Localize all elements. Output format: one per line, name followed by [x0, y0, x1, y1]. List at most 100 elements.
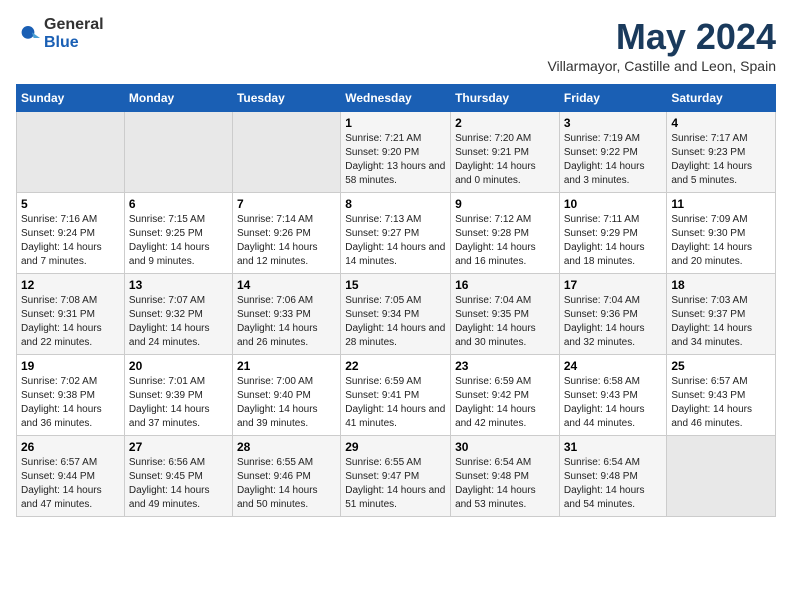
day-number: 3 [564, 116, 663, 130]
day-number: 21 [237, 359, 336, 373]
day-info: Sunrise: 7:21 AM Sunset: 9:20 PM Dayligh… [345, 132, 446, 188]
day-info: Sunrise: 7:00 AM Sunset: 9:40 PM Dayligh… [237, 375, 336, 431]
day-number: 14 [237, 278, 336, 292]
week-row-2: 5 Sunrise: 7:16 AM Sunset: 9:24 PM Daylig… [17, 193, 776, 274]
day-info: Sunrise: 7:04 AM Sunset: 9:35 PM Dayligh… [455, 294, 555, 350]
calendar-cell: 5 Sunrise: 7:16 AM Sunset: 9:24 PM Daylig… [17, 193, 125, 274]
day-number: 7 [237, 197, 336, 211]
calendar-cell: 19 Sunrise: 7:02 AM Sunset: 9:38 PM Dayli… [17, 355, 125, 436]
day-info: Sunrise: 7:09 AM Sunset: 9:30 PM Dayligh… [671, 213, 771, 269]
calendar-cell: 28 Sunrise: 6:55 AM Sunset: 9:46 PM Dayli… [232, 436, 340, 517]
calendar-cell [17, 112, 125, 193]
day-info: Sunrise: 7:07 AM Sunset: 9:32 PM Dayligh… [129, 294, 228, 350]
logo-blue-text: Blue [44, 34, 79, 51]
calendar-header-row: SundayMondayTuesdayWednesdayThursdayFrid… [17, 85, 776, 112]
day-info: Sunrise: 7:17 AM Sunset: 9:23 PM Dayligh… [671, 132, 771, 188]
calendar-cell: 21 Sunrise: 7:00 AM Sunset: 9:40 PM Dayli… [232, 355, 340, 436]
week-row-3: 12 Sunrise: 7:08 AM Sunset: 9:31 PM Dayli… [17, 274, 776, 355]
header: General Blue May 2024 Villarmayor, Casti… [16, 16, 776, 74]
day-info: Sunrise: 7:16 AM Sunset: 9:24 PM Dayligh… [21, 213, 120, 269]
day-info: Sunrise: 6:58 AM Sunset: 9:43 PM Dayligh… [564, 375, 663, 431]
calendar-cell: 4 Sunrise: 7:17 AM Sunset: 9:23 PM Daylig… [667, 112, 776, 193]
day-number: 8 [345, 197, 446, 211]
day-info: Sunrise: 6:56 AM Sunset: 9:45 PM Dayligh… [129, 456, 228, 512]
day-info: Sunrise: 7:08 AM Sunset: 9:31 PM Dayligh… [21, 294, 120, 350]
day-number: 29 [345, 440, 446, 454]
calendar-cell: 14 Sunrise: 7:06 AM Sunset: 9:33 PM Dayli… [232, 274, 340, 355]
day-number: 6 [129, 197, 228, 211]
calendar-cell: 10 Sunrise: 7:11 AM Sunset: 9:29 PM Dayli… [559, 193, 667, 274]
calendar-cell: 12 Sunrise: 7:08 AM Sunset: 9:31 PM Dayli… [17, 274, 125, 355]
day-number: 28 [237, 440, 336, 454]
day-number: 30 [455, 440, 555, 454]
calendar-cell: 7 Sunrise: 7:14 AM Sunset: 9:26 PM Daylig… [232, 193, 340, 274]
day-info: Sunrise: 6:55 AM Sunset: 9:47 PM Dayligh… [345, 456, 446, 512]
main-title: May 2024 [547, 16, 776, 58]
day-info: Sunrise: 7:03 AM Sunset: 9:37 PM Dayligh… [671, 294, 771, 350]
day-number: 20 [129, 359, 228, 373]
day-number: 5 [21, 197, 120, 211]
day-number: 9 [455, 197, 555, 211]
day-header-thursday: Thursday [451, 85, 560, 112]
subtitle: Villarmayor, Castille and Leon, Spain [547, 58, 776, 74]
day-number: 17 [564, 278, 663, 292]
day-info: Sunrise: 7:06 AM Sunset: 9:33 PM Dayligh… [237, 294, 336, 350]
day-number: 27 [129, 440, 228, 454]
day-info: Sunrise: 6:55 AM Sunset: 9:46 PM Dayligh… [237, 456, 336, 512]
day-info: Sunrise: 7:13 AM Sunset: 9:27 PM Dayligh… [345, 213, 446, 269]
title-area: May 2024 Villarmayor, Castille and Leon,… [547, 16, 776, 74]
day-info: Sunrise: 7:01 AM Sunset: 9:39 PM Dayligh… [129, 375, 228, 431]
calendar-cell: 11Sunrise: 7:09 AM Sunset: 9:30 PM Dayli… [667, 193, 776, 274]
logo-general-text: General [44, 16, 104, 33]
day-header-sunday: Sunday [17, 85, 125, 112]
day-info: Sunrise: 7:02 AM Sunset: 9:38 PM Dayligh… [21, 375, 120, 431]
calendar-cell: 13 Sunrise: 7:07 AM Sunset: 9:32 PM Dayli… [124, 274, 232, 355]
calendar-cell: 17Sunrise: 7:04 AM Sunset: 9:36 PM Dayli… [559, 274, 667, 355]
logo-icon [16, 22, 40, 46]
day-info: Sunrise: 7:12 AM Sunset: 9:28 PM Dayligh… [455, 213, 555, 269]
week-row-5: 26Sunrise: 6:57 AM Sunset: 9:44 PM Dayli… [17, 436, 776, 517]
calendar-cell: 9 Sunrise: 7:12 AM Sunset: 9:28 PM Daylig… [451, 193, 560, 274]
calendar-cell: 2Sunrise: 7:20 AM Sunset: 9:21 PM Daylig… [451, 112, 560, 193]
calendar-cell [124, 112, 232, 193]
day-number: 4 [671, 116, 771, 130]
day-number: 13 [129, 278, 228, 292]
calendar-cell: 27 Sunrise: 6:56 AM Sunset: 9:45 PM Dayli… [124, 436, 232, 517]
calendar-table: SundayMondayTuesdayWednesdayThursdayFrid… [16, 84, 776, 517]
calendar-cell: 24 Sunrise: 6:58 AM Sunset: 9:43 PM Dayli… [559, 355, 667, 436]
day-number: 1 [345, 116, 446, 130]
day-info: Sunrise: 7:15 AM Sunset: 9:25 PM Dayligh… [129, 213, 228, 269]
day-info: Sunrise: 7:11 AM Sunset: 9:29 PM Dayligh… [564, 213, 663, 269]
day-info: Sunrise: 6:54 AM Sunset: 9:48 PM Dayligh… [564, 456, 663, 512]
calendar-cell: 22Sunrise: 6:59 AM Sunset: 9:41 PM Dayli… [341, 355, 451, 436]
calendar-cell: 25Sunrise: 6:57 AM Sunset: 9:43 PM Dayli… [667, 355, 776, 436]
calendar-cell: 30Sunrise: 6:54 AM Sunset: 9:48 PM Dayli… [451, 436, 560, 517]
calendar-cell: 20 Sunrise: 7:01 AM Sunset: 9:39 PM Dayli… [124, 355, 232, 436]
day-info: Sunrise: 6:57 AM Sunset: 9:44 PM Dayligh… [21, 456, 120, 512]
calendar-cell: 8 Sunrise: 7:13 AM Sunset: 9:27 PM Daylig… [341, 193, 451, 274]
day-number: 18 [671, 278, 771, 292]
day-number: 10 [564, 197, 663, 211]
day-header-friday: Friday [559, 85, 667, 112]
day-number: 12 [21, 278, 120, 292]
calendar-cell [667, 436, 776, 517]
day-info: Sunrise: 7:19 AM Sunset: 9:22 PM Dayligh… [564, 132, 663, 188]
day-info: Sunrise: 7:05 AM Sunset: 9:34 PM Dayligh… [345, 294, 446, 350]
calendar-cell: 6 Sunrise: 7:15 AM Sunset: 9:25 PM Daylig… [124, 193, 232, 274]
day-number: 23 [455, 359, 555, 373]
day-number: 19 [21, 359, 120, 373]
logo: General Blue [16, 16, 104, 52]
day-number: 24 [564, 359, 663, 373]
calendar-cell: 31Sunrise: 6:54 AM Sunset: 9:48 PM Dayli… [559, 436, 667, 517]
day-number: 22 [345, 359, 446, 373]
day-number: 16 [455, 278, 555, 292]
day-header-saturday: Saturday [667, 85, 776, 112]
day-info: Sunrise: 6:57 AM Sunset: 9:43 PM Dayligh… [671, 375, 771, 431]
day-header-monday: Monday [124, 85, 232, 112]
calendar-cell: 26Sunrise: 6:57 AM Sunset: 9:44 PM Dayli… [17, 436, 125, 517]
day-info: Sunrise: 7:20 AM Sunset: 9:21 PM Dayligh… [455, 132, 555, 188]
week-row-1: 1 Sunrise: 7:21 AM Sunset: 9:20 PM Daylig… [17, 112, 776, 193]
calendar-cell: 3 Sunrise: 7:19 AM Sunset: 9:22 PM Daylig… [559, 112, 667, 193]
day-number: 15 [345, 278, 446, 292]
day-info: Sunrise: 7:14 AM Sunset: 9:26 PM Dayligh… [237, 213, 336, 269]
